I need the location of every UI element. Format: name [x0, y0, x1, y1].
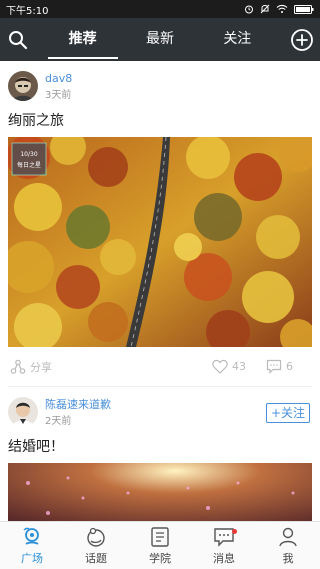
wifi-icon: [276, 4, 288, 13]
add-circle-icon: [291, 28, 313, 51]
post-title: 绚丽之旅: [8, 113, 64, 129]
feed-tabs: 推荐 最新 关注: [36, 18, 284, 61]
post-image[interactable]: 10/30 每日之星: [8, 137, 312, 347]
post-meta: dav8 3天前: [45, 71, 312, 103]
post-actions: 分享 43 6: [8, 347, 312, 387]
post-date: 2天前: [45, 416, 72, 427]
author-name[interactable]: 陈磊速来道歉: [45, 397, 266, 412]
tab-latest[interactable]: 最新: [125, 18, 195, 61]
like-count: 43: [232, 360, 246, 373]
post-card[interactable]: 陈磊速来道歉 2天前 +关注 结婚吧！: [0, 387, 320, 521]
bottom-nav: 广场 话题 学院 消息 我: [0, 521, 320, 569]
tab-following[interactable]: 关注: [202, 18, 272, 61]
search-icon: [9, 30, 28, 49]
search-button[interactable]: [0, 18, 36, 61]
profile-icon: [279, 527, 297, 546]
mute-icon: [260, 4, 270, 14]
app-root: 下午5:10 推荐 最新 关注 dav8 3天前 绚丽之旅 10/30 每日之星…: [0, 0, 320, 569]
bottom-tab-label: 消息: [213, 551, 235, 565]
share-icon: [10, 359, 26, 374]
heart-icon: [212, 359, 228, 374]
feed-list[interactable]: dav8 3天前 绚丽之旅 10/30 每日之星 分享 43 6 陈磊速来道歉 …: [0, 61, 320, 521]
avatar[interactable]: [8, 397, 38, 427]
bottom-tab-message[interactable]: 消息: [192, 522, 256, 569]
status-time: 下午5:10: [6, 5, 49, 17]
like-button[interactable]: 43: [212, 359, 266, 374]
bottom-tab-label: 学院: [149, 551, 171, 565]
post-date: 3天前: [45, 90, 72, 101]
plaza-icon: [23, 527, 39, 545]
bottom-tab-label: 广场: [21, 551, 43, 565]
comment-icon: [266, 359, 282, 374]
author-name[interactable]: dav8: [45, 71, 312, 86]
bottom-tab-label: 话题: [85, 551, 107, 565]
academy-icon: [151, 526, 169, 547]
status-bar: 下午5:10: [0, 0, 320, 18]
bottom-tab-profile[interactable]: 我: [256, 522, 320, 569]
post-card[interactable]: dav8 3天前 绚丽之旅 10/30 每日之星 分享 43 6: [0, 61, 320, 387]
tab-recommended[interactable]: 推荐: [47, 18, 118, 61]
status-icons: [244, 4, 314, 14]
bottom-tab-plaza[interactable]: 广场: [0, 522, 64, 569]
follow-button[interactable]: +关注: [265, 403, 310, 423]
comment-count: 6: [286, 360, 293, 373]
comment-button[interactable]: 6: [266, 359, 310, 374]
avatar[interactable]: [8, 71, 38, 101]
topic-icon: [87, 527, 105, 547]
image-badge-text: 每日之星: [17, 161, 41, 169]
top-nav: 推荐 最新 关注: [0, 18, 320, 61]
bottom-tab-academy[interactable]: 学院: [128, 522, 192, 569]
add-post-button[interactable]: [284, 18, 320, 61]
share-button[interactable]: 分享: [10, 359, 212, 375]
bottom-tab-topic[interactable]: 话题: [64, 522, 128, 569]
share-label: 分享: [30, 360, 52, 374]
unread-badge: [232, 529, 237, 534]
image-badge-date: 10/30: [20, 151, 37, 158]
post-image[interactable]: [8, 463, 312, 521]
bottom-tab-label: 我: [282, 551, 294, 565]
post-title: 结婚吧！: [8, 439, 64, 455]
post-header: dav8 3天前: [8, 71, 312, 103]
post-header: 陈磊速来道歉 2天前 +关注: [8, 397, 312, 429]
alarm-icon: [245, 5, 253, 14]
post-meta: 陈磊速来道歉 2天前: [45, 397, 266, 429]
battery-icon: [294, 4, 314, 14]
